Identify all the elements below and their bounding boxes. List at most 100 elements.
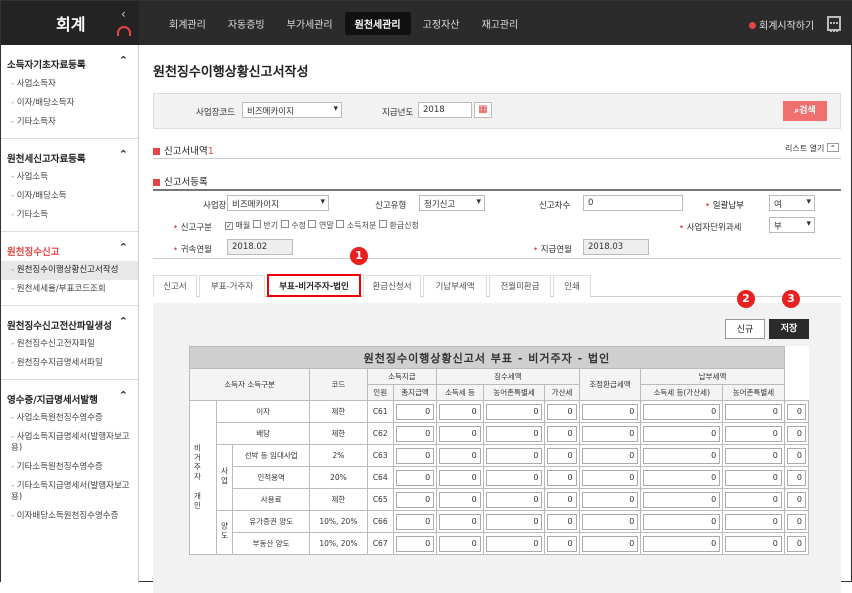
amount-input[interactable]: 0 [547, 447, 577, 464]
amount-input[interactable]: 0 [643, 403, 721, 420]
amount-input[interactable]: 0 [547, 425, 577, 442]
amount-input[interactable]: 0 [786, 535, 806, 552]
amount-input[interactable]: 0 [725, 403, 782, 420]
checkbox-revise[interactable]: 수정 [280, 220, 306, 230]
amount-input[interactable]: 0 [439, 425, 481, 442]
tab-print[interactable]: 인쇄 [553, 275, 591, 297]
sidebar-item-statement-file[interactable]: 원천징수지급명세서파일 [1, 354, 138, 373]
amount-input[interactable]: 0 [485, 535, 543, 552]
calculator-icon[interactable] [827, 16, 841, 32]
seq-input[interactable]: 0 [583, 195, 683, 211]
checkbox-half[interactable]: 반기 [252, 220, 278, 230]
amount-input[interactable]: 0 [581, 513, 639, 530]
amount-input[interactable]: 0 [485, 469, 543, 486]
amount-input[interactable]: 0 [725, 513, 782, 530]
nav-auto-evidence[interactable]: 자동증빙 [218, 12, 275, 35]
amount-input[interactable]: 0 [725, 447, 782, 464]
sidebar-section-withholding-report[interactable]: 원천징수신고 ⌃ [1, 231, 138, 261]
amount-input[interactable]: 0 [395, 469, 435, 486]
amount-input[interactable]: 0 [439, 447, 481, 464]
search-button[interactable]: ⌕검색 [783, 101, 827, 121]
amount-input[interactable]: 0 [581, 469, 639, 486]
amount-input[interactable]: 0 [547, 403, 577, 420]
year-input[interactable]: 2018 [418, 102, 472, 118]
sidebar-item-report-write[interactable]: 원천징수이행상황신고서작성 [1, 261, 138, 280]
amount-input[interactable]: 0 [439, 491, 481, 508]
amount-input[interactable]: 0 [547, 513, 577, 530]
save-button[interactable]: 저장 [769, 319, 809, 339]
tab-report[interactable]: 신고서 [153, 275, 197, 297]
sidebar-item-other-earner[interactable]: 기타소득자 [1, 113, 138, 132]
sidebar-section-income-basic[interactable]: 소득자기초자료등록 ⌃ [1, 45, 138, 75]
amount-input[interactable]: 0 [395, 403, 435, 420]
tab-refund[interactable]: 환급신청서 [363, 275, 421, 297]
amount-input[interactable]: 0 [643, 447, 721, 464]
amount-input[interactable]: 0 [485, 403, 543, 420]
amount-input[interactable]: 0 [485, 425, 543, 442]
sidebar-item-other-income[interactable]: 기타소득 [1, 206, 138, 225]
tab-resident[interactable]: 부표-거주자 [199, 275, 265, 297]
amount-input[interactable]: 0 [725, 469, 782, 486]
sidebar-item-interest-receipt[interactable]: 이자배당소득원천징수영수증 [1, 507, 138, 526]
nav-withholding[interactable]: 원천세관리 [344, 11, 411, 35]
amount-input[interactable]: 0 [786, 403, 806, 420]
pay-input[interactable]: 2018.03 [583, 239, 649, 255]
amount-input[interactable]: 0 [485, 491, 543, 508]
checkbox-disposal[interactable]: 소득처분 [336, 220, 376, 230]
chevron-up-icon[interactable]: ⌃ [119, 241, 128, 254]
amount-input[interactable]: 0 [581, 447, 639, 464]
amount-input[interactable]: 0 [439, 535, 481, 552]
amount-input[interactable]: 0 [395, 425, 435, 442]
amount-input[interactable]: 0 [485, 513, 543, 530]
new-button[interactable]: 신규 [725, 319, 765, 339]
start-accounting-link[interactable]: 회계시작하기 [749, 17, 814, 32]
tab-unrefunded[interactable]: 전월미환급 [489, 275, 551, 297]
unit-select[interactable]: 부 [769, 217, 815, 233]
amount-input[interactable]: 0 [581, 491, 639, 508]
amount-input[interactable]: 0 [581, 425, 639, 442]
sidebar-item-business-income[interactable]: 사업소득 [1, 168, 138, 187]
nav-vat[interactable]: 부가세관리 [277, 12, 343, 35]
amount-input[interactable]: 0 [439, 469, 481, 486]
amount-input[interactable]: 0 [439, 403, 481, 420]
amount-input[interactable]: 0 [725, 535, 782, 552]
amount-input[interactable]: 0 [547, 469, 577, 486]
chevron-up-icon[interactable]: ⌃ [119, 148, 128, 161]
nav-inventory[interactable]: 재고관리 [471, 12, 528, 35]
amount-input[interactable]: 0 [547, 491, 577, 508]
amount-input[interactable]: 0 [786, 425, 806, 442]
belong-input[interactable]: 2018.02 [227, 239, 293, 255]
biz-code-select[interactable]: 비즈메카이지 [242, 102, 342, 118]
amount-input[interactable]: 0 [786, 447, 806, 464]
amount-input[interactable]: 0 [643, 513, 721, 530]
sidebar-item-other-receipt[interactable]: 기타소득원천징수영수증 [1, 458, 138, 477]
sidebar-item-biz-statement[interactable]: 사업소득지급명세서(발행자보고용) [1, 428, 138, 458]
sidebar-item-interest-earner[interactable]: 이자/배당소득자 [1, 94, 138, 113]
checkbox-refund[interactable]: 환급신청 [378, 220, 419, 230]
amount-input[interactable]: 0 [395, 491, 435, 508]
amount-input[interactable]: 0 [786, 469, 806, 486]
amount-input[interactable]: 0 [786, 491, 806, 508]
sidebar-item-other-statement[interactable]: 기타소득지급명세서(발행자보고용) [1, 477, 138, 507]
amount-input[interactable]: 0 [643, 535, 721, 552]
amount-input[interactable]: 0 [395, 513, 435, 530]
tab-prepaid[interactable]: 기납부세액 [423, 275, 487, 297]
chevron-up-icon[interactable]: ⌃ [119, 54, 128, 67]
sidebar-item-biz-receipt[interactable]: 사업소득원천징수영수증 [1, 409, 138, 428]
amount-input[interactable]: 0 [581, 403, 639, 420]
list-toggle[interactable]: 리스트 열기 ⌃ [785, 143, 839, 154]
amount-input[interactable]: 0 [485, 447, 543, 464]
amount-input[interactable]: 0 [439, 513, 481, 530]
amount-input[interactable]: 0 [395, 447, 435, 464]
sidebar-section-receipts[interactable]: 영수증/지급명세서발행 ⌃ [1, 379, 138, 409]
tab-nonresident[interactable]: 부표-비거주자-법인 [267, 274, 361, 297]
chevron-up-icon[interactable]: ⌃ [119, 389, 128, 402]
amount-input[interactable]: 0 [725, 425, 782, 442]
checkbox-monthly[interactable]: ✓ 매월 [225, 221, 250, 230]
checkbox-yearend[interactable]: 연말 [308, 220, 334, 230]
type-select[interactable]: 정기신고 [419, 195, 485, 211]
sidebar-section-e-file[interactable]: 원천징수신고전산파일생성 ⌃ [1, 305, 138, 335]
amount-input[interactable]: 0 [395, 535, 435, 552]
amount-input[interactable]: 0 [581, 535, 639, 552]
sidebar-item-rate-lookup[interactable]: 원천세세율/부표코드조회 [1, 280, 138, 299]
